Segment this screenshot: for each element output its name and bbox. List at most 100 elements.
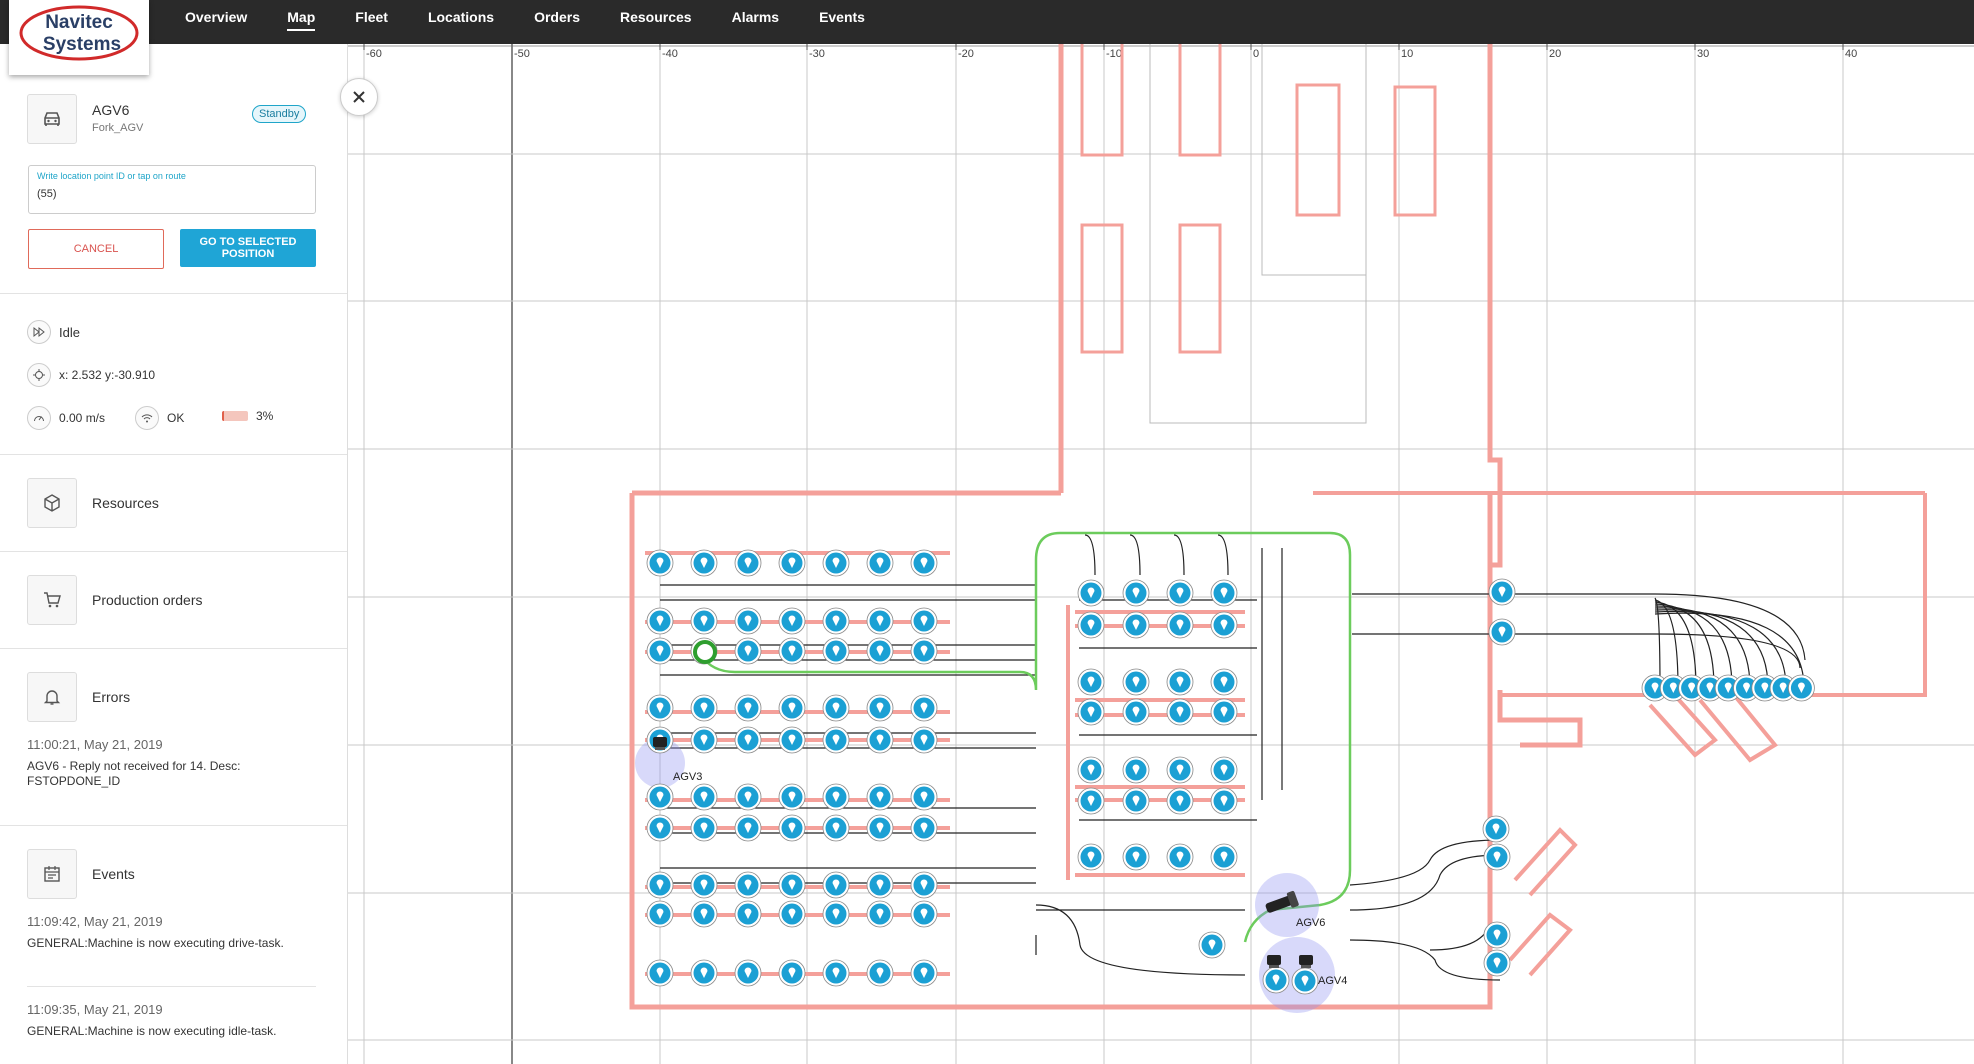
zone-outline [1149,44,1367,424]
cancel-button[interactable]: CANCEL [28,229,164,269]
connection-text: OK [167,411,185,425]
vehicle-icon [27,94,77,144]
location-input-field[interactable]: Write location point ID or tap on route [28,165,316,214]
play-forward-icon [27,320,51,344]
nav-fleet[interactable]: Fleet [355,0,388,33]
position-text: x: 2.532 y:-30.910 [59,368,156,382]
close-icon [353,91,365,103]
location-pin [822,814,850,842]
location-pin [690,959,718,987]
location-pin [646,637,674,665]
location-pin [1488,578,1516,606]
errors-section[interactable]: Errors [27,672,327,722]
production-orders-section[interactable]: Production orders [27,575,327,625]
location-pin [822,637,850,665]
divider [27,986,316,987]
wall [1497,690,1583,748]
location-pin [910,900,938,928]
location-pin [690,783,718,811]
map-canvas[interactable]: -60 -50 -40 -30 -20 -10 0 10 20 30 40 AGV3 AGV6 AGV4 [348,44,1974,1064]
location-input[interactable] [37,188,297,200]
nav-resources[interactable]: Resources [620,0,692,33]
divider [0,293,347,294]
nav-orders[interactable]: Orders [534,0,580,33]
location-pin [778,637,806,665]
location-pin [690,549,718,577]
agv-icon [1299,955,1313,968]
location-pin [1166,787,1194,815]
divider [0,454,347,455]
location-pin [1210,579,1238,607]
events-title: Events [92,866,135,882]
wall [1508,827,1578,977]
nav-map[interactable]: Map [287,0,316,31]
location-pin [646,871,674,899]
location-pin [822,900,850,928]
agv-label: AGV4 [1318,975,1347,987]
location-pin [822,694,850,722]
zone-outline [1261,44,1367,276]
error-entry: 11:00:21, May 21, 2019 AGV6 - Reply not … [27,737,327,789]
location-pin [1166,756,1194,784]
axis-label: 40 [1845,48,1857,60]
location-pin [1166,579,1194,607]
location-pin [1122,843,1150,871]
location-pin [1210,611,1238,639]
axis-label: -60 [366,48,382,60]
location-pin [646,959,674,987]
battery-text: 3% [256,409,274,423]
go-to-position-button[interactable]: GO TO SELECTED POSITION [180,229,316,267]
location-pin [1210,843,1238,871]
site-map[interactable]: -60 -50 -40 -30 -20 -10 0 10 20 30 40 AGV3 AGV6 AGV4 [348,44,1974,1064]
location-pin [910,637,938,665]
location-pin [1077,698,1105,726]
brand-line-1: Navitec [45,12,113,33]
wall [629,493,1493,1010]
event-time: 11:09:35, May 21, 2019 [27,1002,163,1017]
location-pin [778,694,806,722]
location-pin [866,726,894,754]
location-pin [822,607,850,635]
location-pin [910,549,938,577]
brand-logo[interactable]: Navitec Systems [9,0,149,75]
axis-label: 20 [1549,48,1561,60]
location-pin [866,900,894,928]
vehicle-sidebar: AGV6 Fork_AGV Standby Write location poi… [0,44,348,1064]
location-pin [778,900,806,928]
location-pin [1788,674,1815,702]
error-message: AGV6 - Reply not received for 14. Desc: … [27,759,241,788]
calendar-icon [27,849,77,899]
map-grid [348,44,1974,1064]
location-pin [778,814,806,842]
location-pin [1077,787,1105,815]
location-pin [690,900,718,928]
location-pin [1210,698,1238,726]
drive-path [1129,534,1141,576]
nav-overview[interactable]: Overview [185,0,247,33]
location-pin [690,814,718,842]
location-pin [866,871,894,899]
agv-icon [1267,955,1281,968]
position-row: x: 2.532 y:-30.910 [27,363,155,387]
nav-events[interactable]: Events [819,0,865,33]
location-pin [778,959,806,987]
location-pin [910,607,938,635]
location-pin [866,637,894,665]
drive-path [1352,633,1801,669]
events-section[interactable]: Events [27,849,327,899]
nav-locations[interactable]: Locations [428,0,494,33]
resources-section[interactable]: Resources [27,478,327,528]
resources-title: Resources [92,495,159,511]
vehicle-name: AGV6 [92,102,130,118]
nav-alarms[interactable]: Alarms [732,0,779,33]
location-pin [866,549,894,577]
close-button[interactable] [340,78,378,116]
location-pin [646,783,674,811]
location-pin [646,900,674,928]
production-orders-title: Production orders [92,592,203,608]
location-pin [1166,698,1194,726]
location-pin [1262,966,1290,994]
cube-icon [27,478,77,528]
drive-path [1349,839,1501,886]
location-pin [734,726,762,754]
